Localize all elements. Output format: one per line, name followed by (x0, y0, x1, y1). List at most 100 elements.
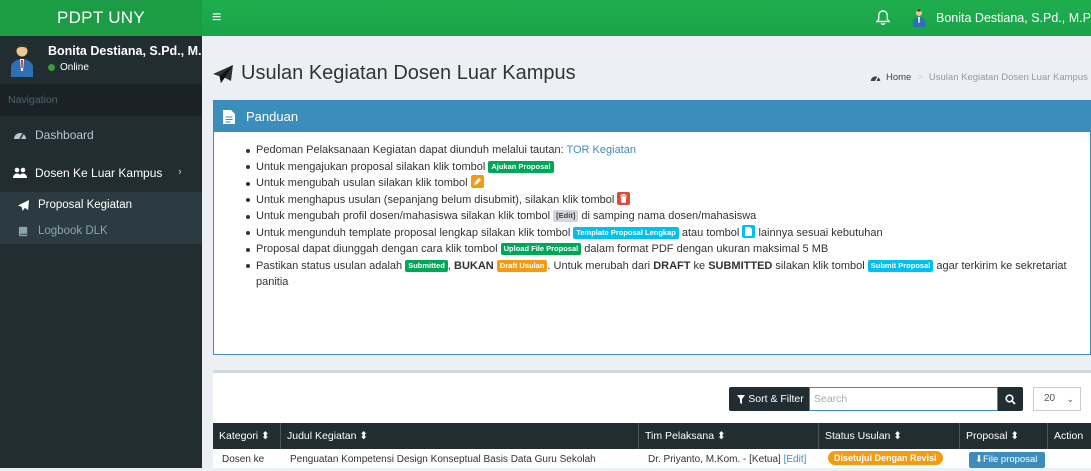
guide-item: Untuk mengubah usulan silakan klik tombo… (246, 175, 1090, 192)
users-icon (13, 167, 27, 178)
guide-bold-text: SUBMITTED (708, 259, 773, 272)
guide-box: Panduan Pedoman Pelaksanaan Kegiatan dap… (213, 100, 1091, 355)
bell-icon[interactable] (875, 9, 891, 27)
file-proposal-button[interactable]: ⬇File proposal (969, 452, 1046, 468)
guide-text: Pastikan status usulan adalah (256, 259, 406, 272)
guide-text: atau tombol (678, 226, 743, 239)
guide-bold-text: DRAFT (653, 259, 691, 272)
sidebar-item-label: Dosen Ke Luar Kampus (35, 166, 163, 180)
guide-text: ke (690, 259, 709, 272)
guide-text: Proposal dapat diunggah dengan cara klik… (256, 243, 501, 255)
col-judul-kegiatan[interactable]: Judul Kegiatan ⬍ (281, 423, 639, 449)
sidebar-user-name: Bonita Destiana, S.Pd., M.P (48, 44, 202, 58)
sort-filter-button[interactable]: Sort & Filter (729, 387, 812, 411)
send-icon (213, 64, 233, 83)
col-label: Status Usulan (825, 430, 891, 442)
template-proposal-badge: Template Proposal Lengkap (573, 226, 679, 239)
breadcrumb-current: Usulan Kegiatan Dosen Luar Kampus (928, 72, 1088, 83)
sort-icon: ⬍ (893, 430, 903, 442)
guide-text: dalam format PDF dengan ukuran maksimal … (581, 243, 829, 255)
breadcrumb-home-label: Home (886, 72, 912, 83)
col-label: Judul Kegiatan (287, 430, 357, 442)
page-title: Usulan Kegiatan Dosen Luar Kampus (213, 62, 576, 85)
sidebar-toggle-icon[interactable]: ≡ (212, 10, 221, 26)
sidebar-item-dashboard[interactable]: Dashboard (0, 116, 202, 154)
page-title-text: Usulan Kegiatan Dosen Luar Kampus (241, 62, 576, 84)
guide-text: . Untuk merubah dari (547, 259, 654, 272)
filter-icon (737, 394, 746, 404)
brand-logo[interactable]: PDPT UNY (0, 0, 202, 36)
file-icon (742, 224, 756, 238)
submitted-badge: Submitted (405, 259, 448, 272)
col-label: Proposal (966, 430, 1008, 442)
sidebar-item-dosen-ke-luar-kampus[interactable]: Dosen Ke Luar Kampus › (0, 154, 202, 192)
col-tim-pelaksana[interactable]: Tim Pelaksana ⬍ (639, 423, 819, 449)
sidebar-item-logbook-dlk[interactable]: Logbook DLK (0, 218, 202, 244)
guide-text: Untuk mengubah profil dosen/mahasiswa si… (256, 210, 554, 222)
top-navbar: PDPT UNY ≡ Bonita Destiana, S.Pd., M.Pd. (0, 0, 1091, 36)
status-label: Online (60, 62, 89, 73)
guide-text: di samping nama dosen/mahasiswa (578, 210, 757, 222)
search-input[interactable]: Search (809, 387, 998, 411)
search-button[interactable] (998, 387, 1023, 411)
breadcrumb-separator: > (917, 72, 923, 83)
edit-badge: [Edit] (553, 210, 579, 222)
col-label: Kategori (219, 430, 259, 442)
guide-item: Untuk mengubah profil dosen/mahasiswa si… (246, 208, 1090, 225)
file-icon (223, 109, 235, 124)
guide-text: silakan klik tombol (772, 259, 868, 272)
draft-usulan-badge: Draft Usulan (496, 259, 548, 272)
guide-item: Pastikan status usulan adalah Submitted,… (246, 258, 1090, 291)
per-page-value: 20 (1044, 393, 1056, 404)
guide-text: Untuk mengajukan proposal silakan klik t… (256, 160, 489, 173)
search-icon (1005, 393, 1016, 405)
col-proposal[interactable]: Proposal ⬍ (960, 423, 1048, 449)
sidebar-subitem-label: Proposal Kegiatan (38, 199, 132, 211)
sort-filter-label: Sort & Filter (748, 393, 804, 405)
guide-text: Pedoman Pelaksanaan Kegiatan dapat diund… (256, 144, 567, 156)
avatar (11, 44, 33, 77)
ajukan-proposal-badge: Ajukan Proposal (488, 160, 554, 173)
breadcrumb-home[interactable]: Home (870, 72, 911, 83)
edit-link[interactable]: [Edit] (784, 454, 807, 465)
user-panel: Bonita Destiana, S.Pd., M.P Online (0, 36, 202, 84)
tor-kegiatan-link[interactable]: TOR Kegiatan (566, 144, 636, 156)
guide-item: Untuk menghapus usulan (sepanjang belum … (246, 191, 1090, 209)
guide-item: Proposal dapat diunggah dengan cara klik… (246, 241, 1090, 258)
proposal-table-box: Sort & Filter Search 20 ⌄ Kategori ⬍ Judu… (213, 370, 1091, 468)
user-menu[interactable]: Bonita Destiana, S.Pd., M.Pd. (912, 0, 1091, 36)
sort-icon: ⬍ (716, 430, 726, 442)
col-kategori[interactable]: Kategori ⬍ (213, 423, 281, 449)
guide-text: Untuk menghapus usulan (sepanjang belum … (256, 193, 618, 206)
user-name: Bonita Destiana, S.Pd., M.Pd. (936, 11, 1091, 25)
tim-text: Dr. Priyanto, M.Kom. - [Ketua] (648, 454, 781, 465)
chevron-right-icon: › (178, 166, 182, 178)
guide-list: Pedoman Pelaksanaan Kegiatan dapat diund… (214, 132, 1090, 291)
online-status: Online (48, 62, 89, 73)
book-icon (18, 226, 28, 236)
sidebar-subitem-label: Logbook DLK (38, 225, 108, 237)
chevron-down-icon: ⌄ (1066, 394, 1074, 404)
download-icon: ⬇ (975, 454, 983, 465)
dashboard-icon (14, 133, 26, 140)
guide-text: lainnya sesuai kebutuhan (755, 226, 883, 239)
sidebar-item-proposal-kegiatan[interactable]: Proposal Kegiatan (0, 192, 202, 218)
send-icon (18, 199, 29, 211)
col-status-usulan[interactable]: Status Usulan ⬍ (819, 423, 960, 449)
guide-text: Untuk mengunduh template proposal lengka… (256, 226, 574, 239)
guide-item: Untuk mengunduh template proposal lengka… (246, 224, 1090, 242)
guide-title: Panduan (246, 109, 299, 124)
col-action: Action (1048, 423, 1091, 449)
file-proposal-label: File proposal (982, 454, 1038, 465)
sidebar-item-label: Dashboard (35, 128, 94, 142)
trash-icon (617, 191, 631, 205)
guide-item: Pedoman Pelaksanaan Kegiatan dapat diund… (246, 142, 1090, 159)
guide-bold-text: BUKAN (454, 259, 494, 272)
user-avatar-icon (913, 9, 925, 27)
table-header: Kategori ⬍ Judul Kegiatan ⬍ Tim Pelaksan… (213, 423, 1091, 449)
sidebar-submenu: Proposal Kegiatan Logbook DLK (0, 192, 202, 244)
upload-file-proposal-badge: Upload File Proposal (500, 243, 582, 255)
edit-pencil-icon (470, 175, 484, 188)
per-page-select[interactable]: 20 ⌄ (1033, 387, 1081, 411)
sort-icon: ⬍ (359, 430, 369, 442)
